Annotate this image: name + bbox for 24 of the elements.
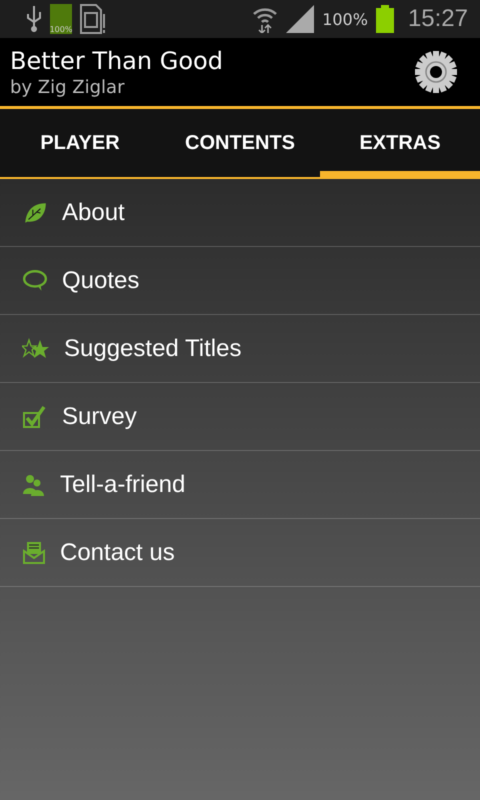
usb-icon <box>26 6 42 32</box>
book-title: Better Than Good <box>10 46 224 74</box>
battery-percent: 100% <box>322 10 368 28</box>
menu-item[interactable]: About <box>0 179 480 247</box>
clock-time: 15:27 <box>408 5 468 33</box>
battery-icon: 100% <box>50 4 72 34</box>
menu-item[interactable]: Suggested Titles <box>0 315 480 383</box>
tab[interactable]: PLAYER <box>0 109 160 177</box>
book-author: by Zig Ziglar <box>10 76 126 98</box>
settings-icon[interactable] <box>414 50 458 94</box>
stars-icon <box>22 338 50 360</box>
envelope-icon <box>22 540 46 564</box>
signal-icon <box>286 5 314 33</box>
battery-icon <box>376 5 394 33</box>
checkbox-icon <box>22 404 48 428</box>
menu-item[interactable]: Survey <box>0 383 480 451</box>
people-icon <box>22 474 46 496</box>
tab[interactable]: EXTRAS <box>320 109 480 177</box>
sim-card-icon <box>80 4 106 34</box>
tab[interactable]: CONTENTS <box>160 109 320 177</box>
speech-bubble-icon <box>22 268 48 292</box>
menu-item[interactable]: Quotes <box>0 247 480 315</box>
menu-item[interactable]: Contact us <box>0 519 480 587</box>
menu-item[interactable]: Tell-a-friend <box>0 451 480 519</box>
